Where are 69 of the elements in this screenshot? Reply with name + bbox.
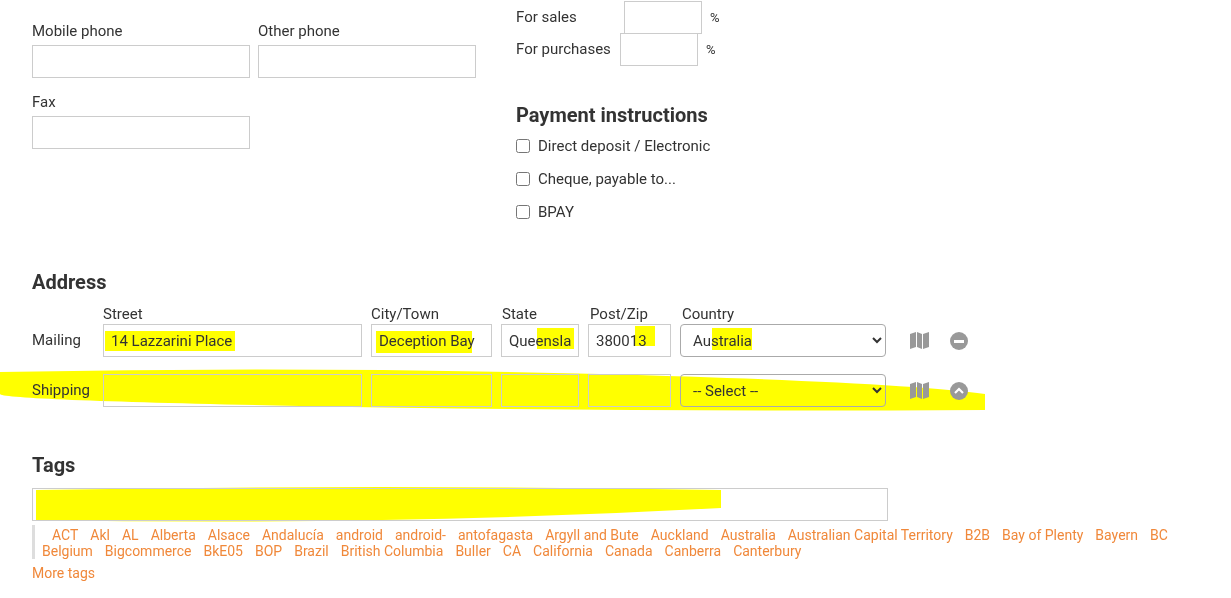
text-field[interactable]: [258, 45, 476, 78]
column-label: State: [502, 304, 538, 324]
tag-link[interactable]: BC: [1150, 527, 1168, 543]
percent-field[interactable]: [620, 33, 698, 66]
row-label: Mailing: [32, 330, 82, 352]
column-label: Post/Zip: [590, 304, 649, 324]
tag-link[interactable]: Auckland: [650, 527, 709, 543]
country-dropdown[interactable]: -- Select --: [680, 374, 886, 407]
chevron-up-circle-icon[interactable]: [950, 381, 968, 400]
tag-link[interactable]: California: [533, 543, 593, 559]
column-label: Country: [682, 304, 735, 324]
checkbox[interactable]: [516, 205, 530, 219]
tag-link[interactable]: antofagasta: [457, 527, 534, 543]
row-label: Shipping: [32, 380, 91, 402]
tag-link[interactable]: Alsace: [207, 527, 250, 543]
tag-link[interactable]: Argyll and Bute: [545, 527, 639, 543]
text-field[interactable]: [588, 374, 671, 407]
field-label: Other phone: [258, 21, 341, 41]
tag-link[interactable]: Bayern: [1095, 527, 1139, 543]
text-field[interactable]: 14 Lazzarini Place: [103, 324, 362, 357]
map-icon[interactable]: [910, 332, 929, 349]
checkbox[interactable]: [516, 172, 530, 186]
tag-link[interactable]: British Columbia: [340, 543, 444, 559]
tag-link[interactable]: Australia: [720, 527, 776, 543]
tag-link[interactable]: Canada: [604, 543, 653, 559]
field-label: Mobile phone: [32, 21, 124, 41]
tag-link[interactable]: Australian Capital Territory: [787, 527, 953, 543]
tag-link[interactable]: Alberta: [150, 527, 196, 543]
section-heading: Address: [32, 270, 108, 294]
tag-link[interactable]: Bay of Plenty: [1002, 527, 1084, 543]
text-field[interactable]: [32, 116, 250, 149]
tag-link[interactable]: B2B: [964, 527, 991, 543]
checkbox-label: Direct deposit / Electronic: [538, 135, 711, 157]
column-label: City/Town: [371, 304, 440, 324]
section-heading: Tags: [32, 453, 77, 477]
tag-link[interactable]: android-: [394, 527, 446, 543]
percent-field[interactable]: [624, 1, 702, 34]
tag-link[interactable]: Akl: [90, 527, 110, 543]
checkbox-label: BPAY: [538, 201, 574, 223]
tag-link[interactable]: Canberra: [664, 543, 722, 559]
section-heading: Payment instructions: [516, 103, 709, 127]
text-field[interactable]: [103, 374, 362, 407]
tag-link[interactable]: Canterbury: [733, 543, 802, 559]
map-icon[interactable]: [910, 382, 929, 399]
tag-link[interactable]: Bigcommerce: [104, 543, 192, 559]
tag-link[interactable]: BOP: [255, 543, 283, 559]
tag-link[interactable]: ACT: [52, 527, 79, 543]
tag-link[interactable]: Brazil: [294, 543, 329, 559]
field-label: For purchases: [516, 39, 612, 61]
tags-field[interactable]: [32, 488, 888, 521]
text-field[interactable]: [371, 374, 492, 407]
tag-link[interactable]: Andalucía: [261, 527, 324, 543]
checkbox-label: Cheque, payable to...: [538, 168, 676, 190]
field-label: For sales: [516, 7, 578, 29]
tag-link[interactable]: android: [335, 527, 383, 543]
text-field[interactable]: [32, 45, 250, 78]
tag-link[interactable]: Belgium: [42, 543, 93, 559]
tag-link[interactable]: AL: [121, 527, 139, 543]
text-field[interactable]: [501, 374, 579, 407]
tag-link[interactable]: Buller: [455, 543, 491, 559]
unit-label: %: [710, 8, 720, 27]
column-label: Street: [103, 304, 144, 324]
field-label: Fax: [32, 92, 57, 112]
tag-link[interactable]: CA: [502, 543, 522, 559]
minus-circle-icon[interactable]: [950, 331, 968, 350]
tag-link[interactable]: BkE05: [203, 543, 243, 559]
more-tags-link[interactable]: More tags: [32, 563, 95, 584]
checkbox[interactable]: [516, 139, 530, 153]
unit-label: %: [706, 40, 716, 59]
